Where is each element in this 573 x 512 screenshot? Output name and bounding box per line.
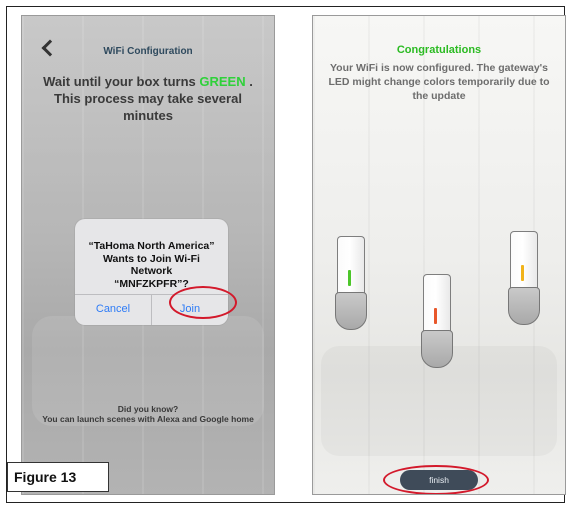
finish-highlight-circle	[383, 465, 489, 494]
figure-caption: Figure 13	[7, 462, 109, 492]
join-highlight-circle	[169, 286, 237, 319]
gateway-body	[423, 274, 451, 335]
gateway-base	[421, 330, 453, 368]
gateway-body	[510, 231, 538, 292]
right-phone-screen: Congratulations Your WiFi is now configu…	[312, 15, 566, 495]
did-you-know-tip: Did you know? You can launch scenes with…	[22, 404, 274, 424]
gateway-device-red	[421, 274, 453, 368]
screen-title: WiFi Configuration	[103, 46, 193, 57]
dialog-line-prompt: Wants to Join Wi-Fi Network	[103, 252, 200, 278]
gateway-base	[335, 292, 367, 330]
dialog-line-app: “TaHoma North America”	[88, 240, 215, 252]
gateway-device-yellow	[508, 231, 540, 325]
figure-frame: WiFi Configuration Wait until your box t…	[6, 6, 566, 503]
gateway-led	[434, 308, 437, 324]
left-phone-screen: WiFi Configuration Wait until your box t…	[21, 15, 275, 495]
congratulations-title: Congratulations	[396, 44, 482, 56]
configured-message: Your WiFi is now configured. The gateway…	[328, 62, 550, 102]
gateway-base	[508, 287, 540, 325]
gateway-led	[521, 265, 524, 281]
green-highlight: GREEN	[199, 74, 246, 89]
wait-message-prefix: Wait until your box turns	[43, 74, 196, 89]
dialog-message: “TaHoma North America” Wants to Join Wi-…	[81, 240, 222, 290]
tip-heading: Did you know?	[117, 404, 179, 414]
gateway-device-green	[335, 236, 367, 330]
cancel-button[interactable]: Cancel	[75, 303, 151, 315]
gateway-body	[337, 236, 365, 297]
tip-text: You can launch scenes with Alexa and Goo…	[42, 414, 254, 424]
gateway-led	[348, 270, 351, 286]
wait-message: Wait until your box turns GREEN . This p…	[40, 73, 256, 124]
